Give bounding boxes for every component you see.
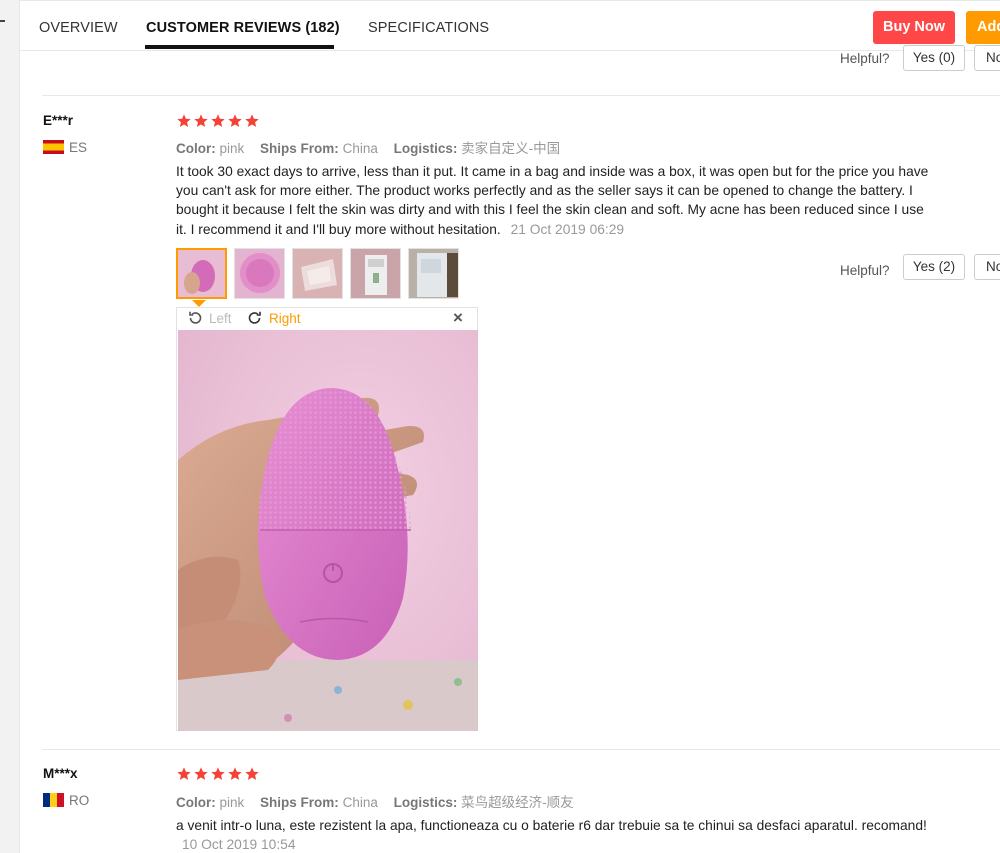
color-label: Color:	[176, 141, 216, 156]
left-rail	[0, 0, 20, 853]
rotate-left-icon	[189, 311, 202, 324]
product-tab-bar: OVERVIEW CUSTOMER REVIEWS (182) SPECIFIC…	[20, 0, 1000, 51]
logistics-value: 菜鸟超级经济-顺友	[461, 795, 574, 810]
review-photo-thumbnail[interactable]	[350, 248, 401, 299]
photo-thumbnail-image	[351, 249, 400, 298]
flag-spain-icon	[43, 140, 64, 154]
photo-thumbnail-image	[409, 249, 458, 298]
helpful-label: Helpful?	[840, 51, 890, 66]
star-rating	[176, 766, 260, 782]
rotate-left-button[interactable]: Left	[187, 310, 232, 326]
review-attributes: Color: pink Ships From: China Logistics:…	[176, 791, 574, 811]
review-attributes: Color: pink Ships From: China Logistics:…	[176, 137, 560, 157]
star-icon	[177, 114, 191, 127]
photo-viewer: Left Right ×	[176, 307, 478, 731]
photo-thumbnail-image	[178, 250, 225, 297]
ships-from-label: Ships From:	[260, 795, 339, 810]
photo-thumbnail-image	[235, 249, 284, 298]
review-date: 10 Oct 2019 10:54	[182, 837, 296, 853]
review-photo-thumbnails	[176, 248, 459, 299]
helpful-label: Helpful?	[840, 263, 890, 278]
reviewer-country: RO	[69, 793, 90, 808]
helpful-no-button[interactable]: No	[974, 45, 1000, 71]
star-icon	[177, 767, 191, 780]
helpful-no-button[interactable]: No	[974, 254, 1000, 280]
color-value: pink	[219, 141, 245, 156]
color-value: pink	[219, 795, 245, 810]
star-icon	[228, 767, 242, 780]
logistics-label: Logistics:	[393, 795, 458, 810]
star-icon	[194, 114, 208, 127]
ships-from-value: China	[342, 141, 378, 156]
logistics-value: 卖家自定义-中国	[461, 141, 561, 156]
active-tab-underline	[145, 45, 334, 49]
ships-from-label: Ships From:	[260, 141, 339, 156]
rotate-right-label: Right	[269, 311, 301, 326]
review-text: a venit intr-o luna, este rezistent la a…	[176, 816, 936, 853]
active-thumbnail-caret	[192, 300, 206, 307]
rotate-right-button[interactable]: Right	[247, 310, 301, 326]
rotate-left-label: Left	[209, 311, 232, 326]
tab-specifications[interactable]: SPECIFICATIONS	[368, 20, 489, 36]
reviewer-name: E***r	[43, 113, 74, 128]
star-icon	[245, 114, 259, 127]
reviewer-country: ES	[69, 140, 88, 155]
review-photo-thumbnail[interactable]	[234, 248, 285, 299]
helpful-yes-button[interactable]: Yes (2)	[903, 254, 965, 280]
star-icon	[228, 114, 242, 127]
star-rating	[176, 113, 260, 129]
review-photo-thumbnail[interactable]	[292, 248, 343, 299]
add-to-cart-button[interactable]: Add	[966, 11, 1000, 44]
star-icon	[245, 767, 259, 780]
rotate-right-icon	[248, 311, 261, 324]
tab-customer-reviews[interactable]: CUSTOMER REVIEWS (182)	[146, 20, 340, 36]
tab-overview[interactable]: OVERVIEW	[39, 20, 118, 36]
color-label: Color:	[176, 795, 216, 810]
review-body: a venit intr-o luna, este rezistent la a…	[176, 818, 927, 833]
review-text: It took 30 exact days to arrive, less th…	[176, 162, 936, 239]
close-viewer-button[interactable]: ×	[453, 308, 463, 328]
rail-mark	[0, 20, 5, 22]
ships-from-value: China	[342, 795, 378, 810]
review-divider	[42, 95, 1000, 96]
star-icon	[211, 114, 225, 127]
review-divider	[42, 749, 1000, 750]
helpful-yes-button[interactable]: Yes (0)	[903, 45, 965, 71]
review-photo-thumbnail[interactable]	[176, 248, 227, 299]
reviewer-name: M***x	[43, 766, 78, 781]
buy-now-button[interactable]: Buy Now	[873, 11, 955, 44]
star-icon	[211, 767, 225, 780]
review-date: 21 Oct 2019 06:29	[510, 221, 625, 237]
photo-thumbnail-image	[293, 249, 342, 298]
logistics-label: Logistics:	[393, 141, 458, 156]
review-photo-large	[178, 330, 478, 731]
star-icon	[194, 767, 208, 780]
photo-viewer-toolbar: Left Right ×	[177, 308, 477, 330]
review-photo-thumbnail[interactable]	[408, 248, 459, 299]
flag-romania-icon	[43, 793, 64, 807]
